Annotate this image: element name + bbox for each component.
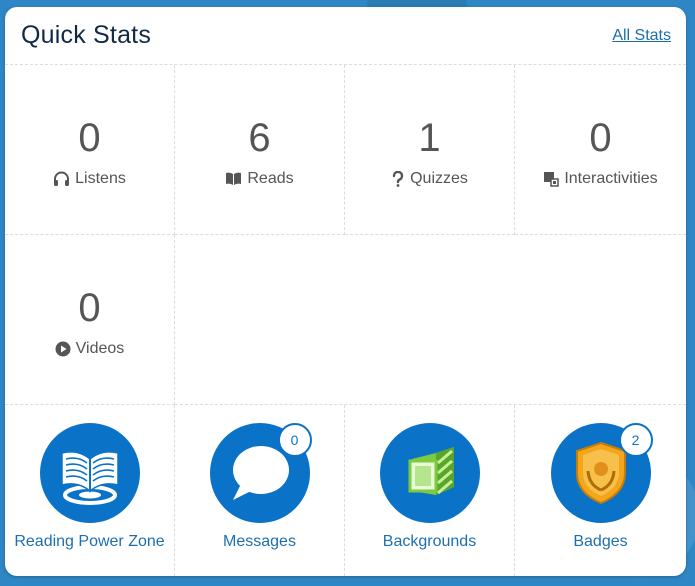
tile-icon-circle: [39, 423, 140, 523]
puzzle-icon: [544, 171, 560, 187]
stat-interactivities: 0 Interactivities: [515, 65, 686, 235]
stat-label-text: Quizzes: [410, 169, 468, 187]
play-circle-icon: [55, 341, 71, 356]
stat-label: Quizzes: [391, 170, 468, 188]
tile-label: Messages: [223, 533, 296, 550]
empty-area: [175, 235, 686, 405]
stats-grid: 0 Listens 6 Reads 1 Quizzes 0 Interactiv…: [5, 65, 686, 576]
tile-label: Reading Power Zone: [14, 533, 165, 550]
stat-label-text: Reads: [247, 169, 294, 187]
tile-label: Backgrounds: [382, 533, 477, 550]
badges-count-badge: 2: [618, 423, 653, 457]
tile-icon-wrap: 2: [550, 423, 653, 523]
quick-stats-card: Quick Stats All Stats 0 Listens 6 Reads …: [5, 7, 686, 576]
question-mark-icon: [392, 170, 404, 187]
open-book-icon: [60, 451, 119, 505]
stat-value: 0: [589, 115, 612, 160]
stat-videos: 0 Videos: [5, 235, 175, 405]
tile-icon-wrap: [39, 423, 140, 523]
stat-label: Listens: [53, 170, 126, 188]
tile-backgrounds[interactable]: Backgrounds: [345, 405, 515, 576]
tile-reading-power-zone[interactable]: Reading Power Zone: [5, 405, 175, 576]
stat-listens: 0 Listens: [5, 65, 175, 235]
stat-reads: 6 Reads: [175, 65, 345, 235]
headphones-icon: [54, 171, 70, 186]
stat-value: 0: [78, 285, 101, 330]
tile-icon-wrap: [379, 423, 480, 523]
card-title: Quick Stats: [21, 21, 152, 49]
stat-label: Interactivities: [543, 169, 658, 188]
tile-icon-wrap: 0: [209, 423, 312, 523]
stat-quizzes: 1 Quizzes: [345, 65, 515, 235]
tile-icon-circle: [379, 423, 480, 523]
stat-label-text: Listens: [75, 169, 126, 187]
card-header: Quick Stats All Stats: [5, 7, 686, 65]
stat-value: 6: [248, 115, 271, 160]
messages-count-badge: 0: [277, 423, 312, 457]
stat-label-text: Videos: [75, 339, 125, 357]
stat-label-text: Interactivities: [564, 169, 658, 187]
tile-messages[interactable]: 0 Messages: [175, 405, 345, 576]
stat-label: Reads: [225, 169, 294, 188]
stat-label: Videos: [55, 339, 125, 358]
stat-value: 0: [78, 115, 101, 160]
background-cube-icon: [408, 447, 454, 495]
book-icon: [226, 172, 242, 185]
stat-value: 1: [418, 115, 441, 160]
tile-label: Badges: [573, 533, 628, 550]
tile-badges[interactable]: 2 Badges: [515, 405, 686, 576]
all-stats-link[interactable]: All Stats: [612, 27, 671, 45]
